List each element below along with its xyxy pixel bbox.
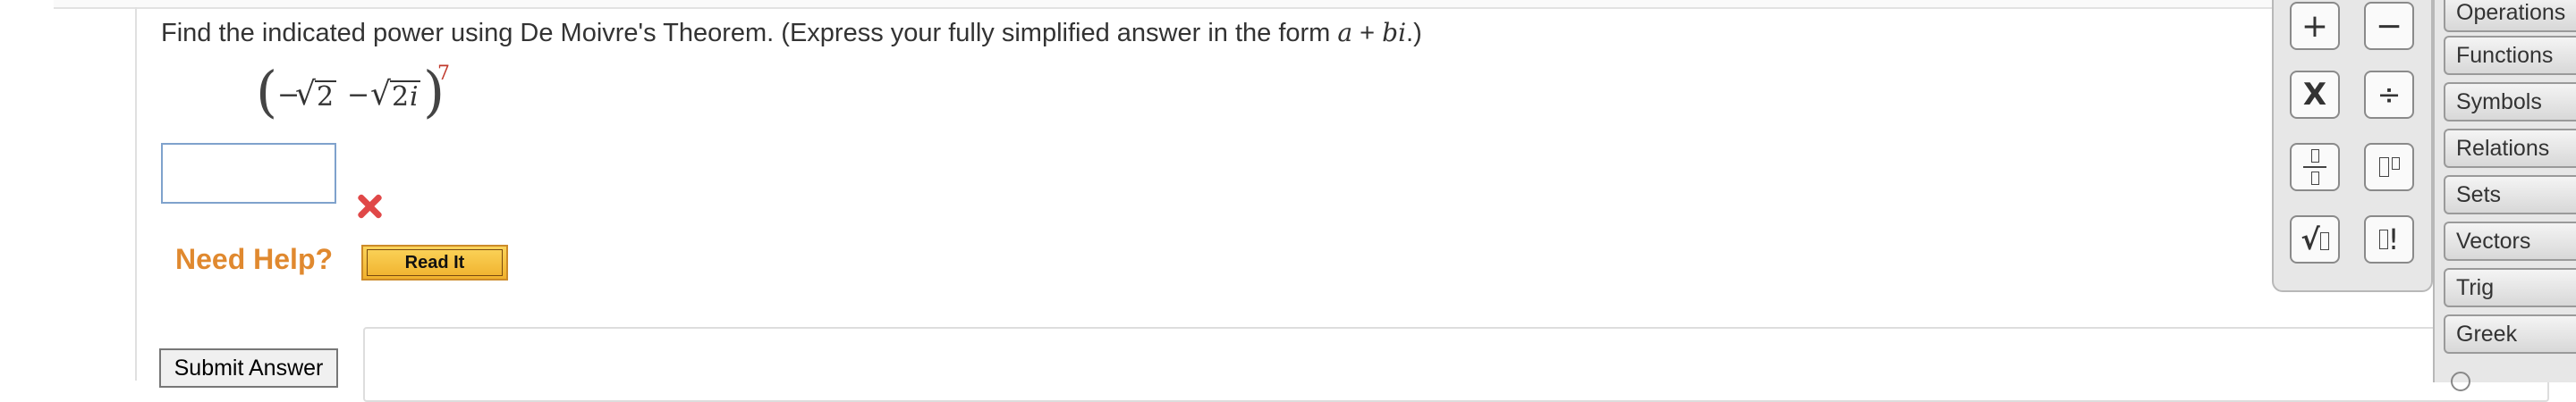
tab-trig[interactable]: Trig [2444,268,2576,307]
need-help-label: Need Help? [175,243,334,275]
imaginary-unit: i [410,81,419,113]
form-a: a [1337,18,1353,47]
question-text: Find the indicated power using De Moivre… [161,18,1422,48]
bottom-panel [363,327,2549,402]
exponent-icon [2378,157,2400,177]
form-plus: + [1352,19,1383,47]
exponent-button[interactable] [2364,143,2414,191]
sqrt-symbol-2: √ [370,76,391,113]
top-border [54,0,2576,9]
question-suffix: .) [1406,19,1422,47]
plus-button[interactable]: + [2290,2,2340,50]
submit-answer-button[interactable]: Submit Answer [159,348,338,388]
radicand: 2 [317,81,335,113]
factorial-button[interactable]: ! [2364,215,2414,264]
palette-tabs: Operations Functions Symbols Relations S… [2433,0,2576,382]
radicand-2: 2 [392,81,410,113]
tab-vectors[interactable]: Vectors [2444,222,2576,261]
question-prefix: Find the indicated power using De Moivre… [161,19,1338,47]
sqrt-symbol: √ [295,76,316,113]
exponent: 7 [437,63,450,85]
help-icon[interactable] [2451,372,2470,391]
sqrt-button[interactable]: √ [2290,215,2340,264]
read-it-label: Read It [367,249,503,276]
sqrt-icon: √ [2301,222,2320,256]
form-bi: bi [1382,18,1407,47]
fraction-button[interactable] [2290,143,2340,191]
content-left-rule [135,7,137,381]
math-palette: + − X ÷ √ ! [2272,0,2433,292]
incorrect-x-icon [354,191,385,222]
tab-functions[interactable]: Functions [2444,36,2576,75]
tab-relations[interactable]: Relations [2444,129,2576,168]
answer-input[interactable] [161,143,336,204]
tab-greek[interactable]: Greek [2444,314,2576,354]
tab-operations[interactable]: Operations [2444,0,2576,32]
read-it-button[interactable]: Read It [361,245,508,281]
minus-button[interactable]: − [2364,2,2414,50]
tab-sets[interactable]: Sets [2444,175,2576,214]
factorial-icon [2378,230,2388,249]
fraction-icon [2303,149,2326,185]
minus-sign: − [347,80,370,111]
factorial-symbol: ! [2387,222,2400,256]
open-paren: ( [256,59,278,124]
tab-symbols[interactable]: Symbols [2444,82,2576,121]
divide-button[interactable]: ÷ [2364,71,2414,119]
multiply-button[interactable]: X [2290,71,2340,119]
